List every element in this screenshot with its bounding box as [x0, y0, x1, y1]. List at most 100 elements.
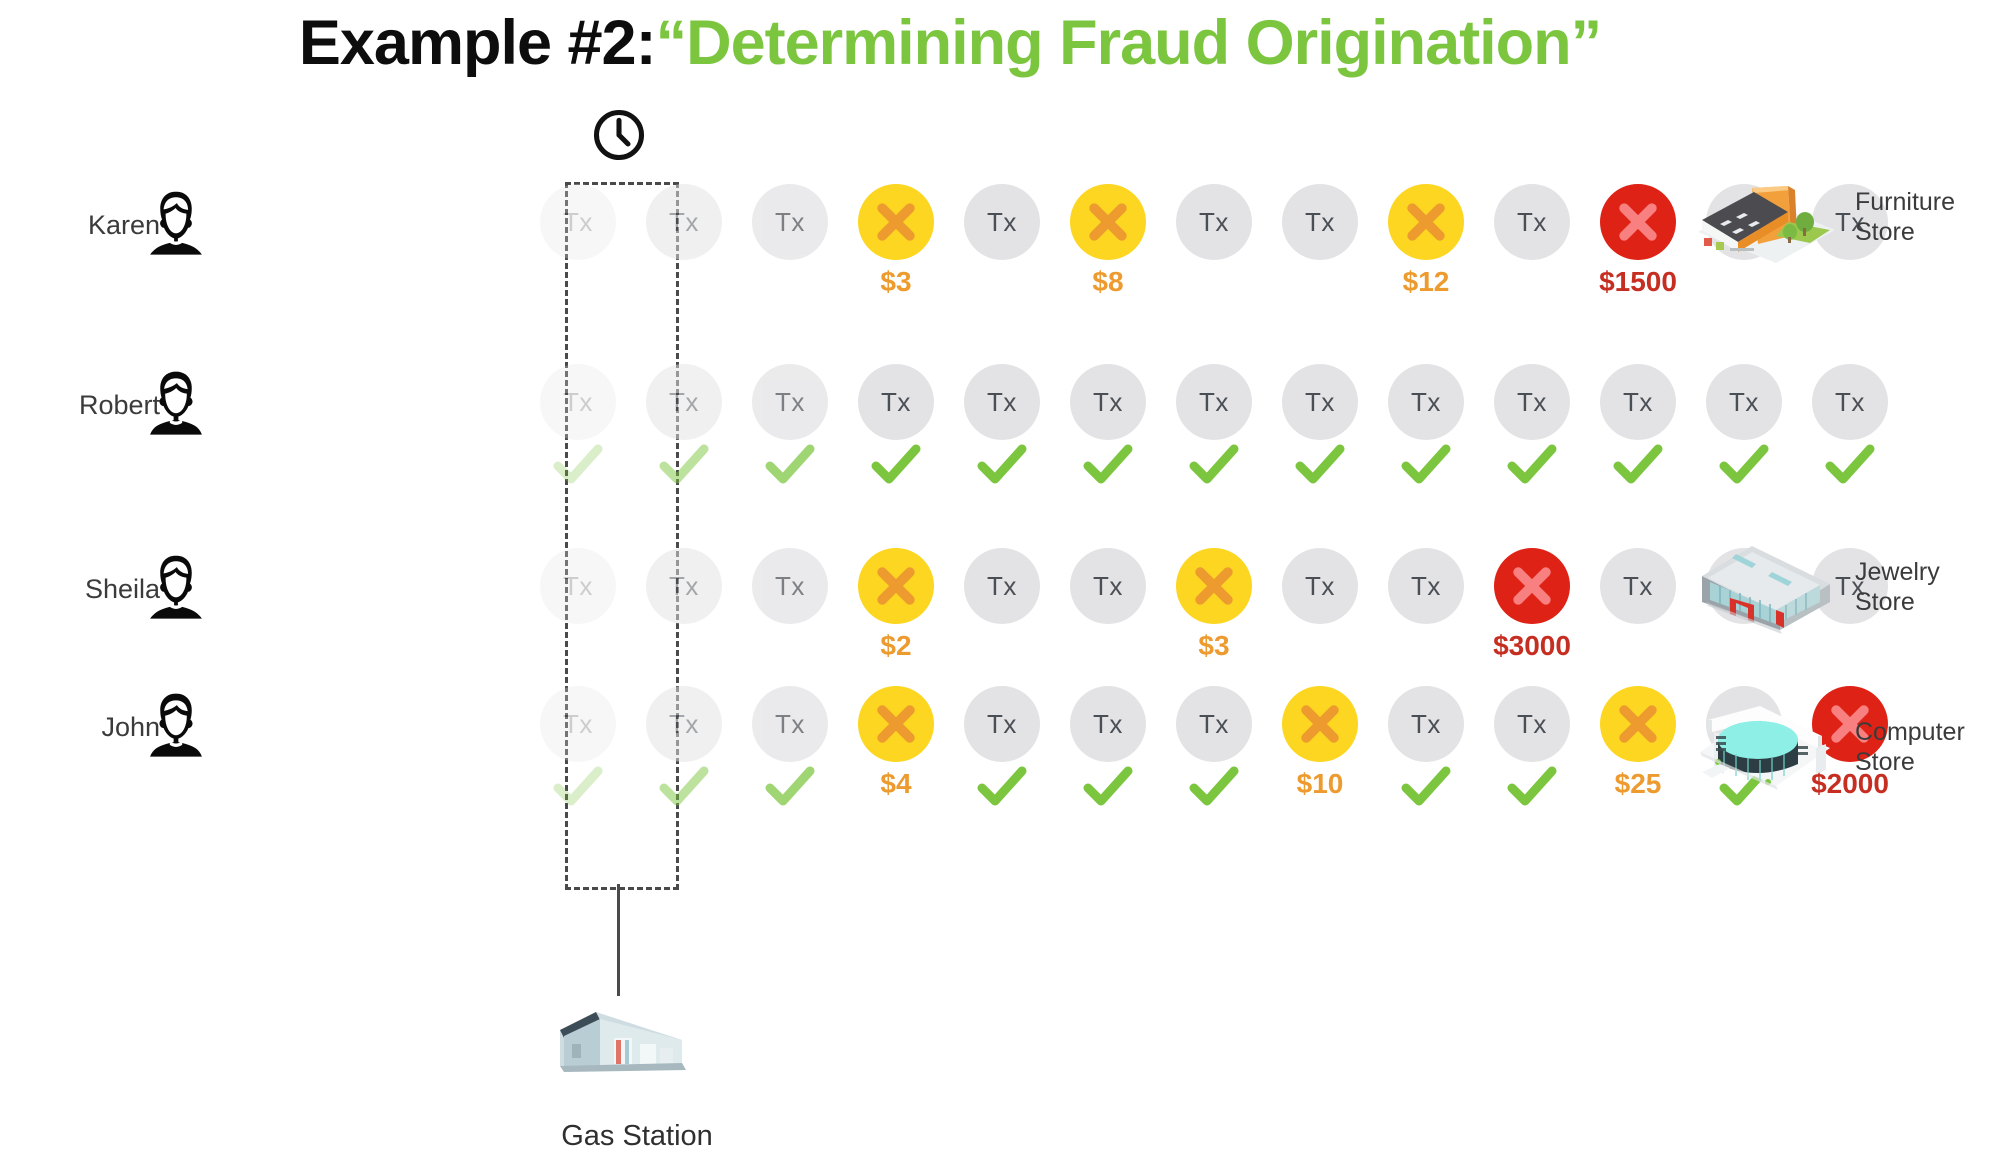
transaction-cell[interactable]: Tx — [1277, 184, 1363, 260]
transaction-circle[interactable]: Tx — [1282, 184, 1358, 260]
transaction-cell[interactable]: $8 — [1065, 184, 1151, 296]
suspicious-transaction-circle[interactable] — [1600, 686, 1676, 762]
transaction-cell[interactable]: $2 — [853, 548, 939, 660]
transaction-circle[interactable]: Tx — [1812, 364, 1888, 440]
transaction-circle[interactable]: Tx — [1600, 548, 1676, 624]
fraud-transaction-circle[interactable] — [1600, 184, 1676, 260]
transaction-cell[interactable]: Tx — [1807, 364, 1893, 484]
transaction-cell[interactable]: Tx — [1595, 364, 1681, 484]
transaction-cell[interactable]: Tx — [959, 184, 1045, 260]
tx-label: Tx — [1835, 387, 1865, 417]
merchant-label: Furniture Store — [1855, 188, 1956, 246]
transaction-circle[interactable]: Tx — [964, 548, 1040, 624]
suspicious-transaction-circle[interactable] — [1282, 686, 1358, 762]
transaction-circle[interactable]: Tx — [964, 364, 1040, 440]
transaction-cell[interactable]: $25 — [1595, 686, 1681, 798]
transaction-cell[interactable]: Tx — [535, 364, 621, 484]
transaction-cell[interactable]: Tx — [535, 184, 621, 260]
transaction-cell[interactable]: Tx — [747, 548, 833, 624]
transaction-cell[interactable]: Tx — [1489, 364, 1575, 484]
suspicious-transaction-circle[interactable] — [858, 184, 934, 260]
transaction-cell[interactable]: Tx — [1383, 548, 1469, 624]
transaction-circle[interactable]: Tx — [1176, 686, 1252, 762]
transaction-circle[interactable]: Tx — [1494, 686, 1570, 762]
suspicious-transaction-circle[interactable] — [1176, 548, 1252, 624]
merchant-group: Computer Store — [1690, 690, 1990, 800]
transaction-circle[interactable]: Tx — [752, 548, 828, 624]
transaction-cell[interactable]: Tx — [1489, 184, 1575, 260]
transaction-cell[interactable]: Tx — [1383, 686, 1469, 806]
transaction-circle[interactable]: Tx — [540, 364, 616, 440]
suspicious-transaction-circle[interactable] — [1070, 184, 1146, 260]
transaction-cell[interactable]: $12 — [1383, 184, 1469, 296]
transaction-cell[interactable]: Tx — [641, 686, 727, 806]
transaction-circle[interactable]: Tx — [1282, 364, 1358, 440]
tx-label: Tx — [1305, 571, 1335, 601]
suspicious-transaction-circle[interactable] — [858, 548, 934, 624]
transaction-circle[interactable]: Tx — [1070, 548, 1146, 624]
transaction-cell[interactable]: Tx — [1065, 364, 1151, 484]
transaction-cell[interactable]: $1500 — [1595, 184, 1681, 296]
transaction-circle[interactable]: Tx — [646, 686, 722, 762]
transaction-cell[interactable]: Tx — [641, 184, 727, 260]
transaction-circle[interactable]: Tx — [540, 548, 616, 624]
transaction-cell[interactable]: Tx — [641, 548, 727, 624]
transaction-cell[interactable]: Tx — [1277, 548, 1363, 624]
transaction-circle[interactable]: Tx — [1494, 364, 1570, 440]
transaction-cell[interactable]: Tx — [747, 184, 833, 260]
transaction-cell[interactable]: Tx — [1595, 548, 1681, 624]
transaction-cell[interactable]: Tx — [959, 364, 1045, 484]
transaction-circle[interactable]: Tx — [858, 364, 934, 440]
transaction-circle[interactable]: Tx — [1176, 184, 1252, 260]
transaction-cell[interactable]: Tx — [1489, 686, 1575, 806]
transaction-circle[interactable]: Tx — [1388, 548, 1464, 624]
transaction-circle[interactable]: Tx — [964, 686, 1040, 762]
transaction-cell[interactable]: Tx — [959, 548, 1045, 624]
transaction-circle[interactable]: Tx — [646, 184, 722, 260]
transaction-cell[interactable]: Tx — [641, 364, 727, 484]
transaction-circle[interactable]: Tx — [1282, 548, 1358, 624]
suspicious-transaction-circle[interactable] — [858, 686, 934, 762]
transaction-cell[interactable]: Tx — [959, 686, 1045, 806]
transaction-cell[interactable]: Tx — [1171, 364, 1257, 484]
transaction-cell[interactable]: $10 — [1277, 686, 1363, 798]
transaction-circle[interactable]: Tx — [540, 184, 616, 260]
transaction-circle[interactable]: Tx — [752, 364, 828, 440]
transaction-cell[interactable]: Tx — [1277, 364, 1363, 484]
transaction-circle[interactable]: Tx — [1176, 364, 1252, 440]
transaction-circle[interactable]: Tx — [1388, 364, 1464, 440]
suspicious-transaction-circle[interactable] — [1388, 184, 1464, 260]
transaction-circle[interactable]: Tx — [646, 548, 722, 624]
transaction-cell[interactable]: Tx — [1383, 364, 1469, 484]
tx-label: Tx — [1093, 709, 1123, 739]
transaction-cell[interactable]: Tx — [1065, 548, 1151, 624]
transaction-circle[interactable]: Tx — [1070, 364, 1146, 440]
transaction-circle[interactable]: Tx — [540, 686, 616, 762]
transaction-cell[interactable]: Tx — [747, 364, 833, 484]
transaction-cell[interactable]: Tx — [1701, 364, 1787, 484]
transaction-cell[interactable]: Tx — [1171, 686, 1257, 806]
transaction-circle[interactable]: Tx — [752, 686, 828, 762]
transaction-cell[interactable]: Tx — [535, 686, 621, 806]
transaction-circle[interactable]: Tx — [1706, 364, 1782, 440]
customer-name: John — [101, 712, 160, 742]
transaction-circle[interactable]: Tx — [1494, 184, 1570, 260]
transaction-circle[interactable]: Tx — [1600, 364, 1676, 440]
transaction-cell[interactable]: $3 — [1171, 548, 1257, 660]
transaction-circle[interactable]: Tx — [646, 364, 722, 440]
fraud-transaction-circle[interactable] — [1494, 548, 1570, 624]
transaction-cell[interactable]: $4 — [853, 686, 939, 798]
transaction-cell[interactable]: Tx — [535, 548, 621, 624]
transaction-cell[interactable]: Tx — [1065, 686, 1151, 806]
tx-label: Tx — [987, 709, 1017, 739]
transaction-cell[interactable]: $3 — [853, 184, 939, 296]
transaction-circle[interactable]: Tx — [1070, 686, 1146, 762]
transaction-cell[interactable]: Tx — [853, 364, 939, 484]
transaction-circle[interactable]: Tx — [752, 184, 828, 260]
transaction-circle[interactable]: Tx — [1388, 686, 1464, 762]
transaction-circle[interactable]: Tx — [964, 184, 1040, 260]
transaction-cell[interactable]: Tx — [1171, 184, 1257, 260]
transaction-cell[interactable]: $3000 — [1489, 548, 1575, 660]
tx-label: Tx — [1093, 571, 1123, 601]
transaction-cell[interactable]: Tx — [747, 686, 833, 806]
